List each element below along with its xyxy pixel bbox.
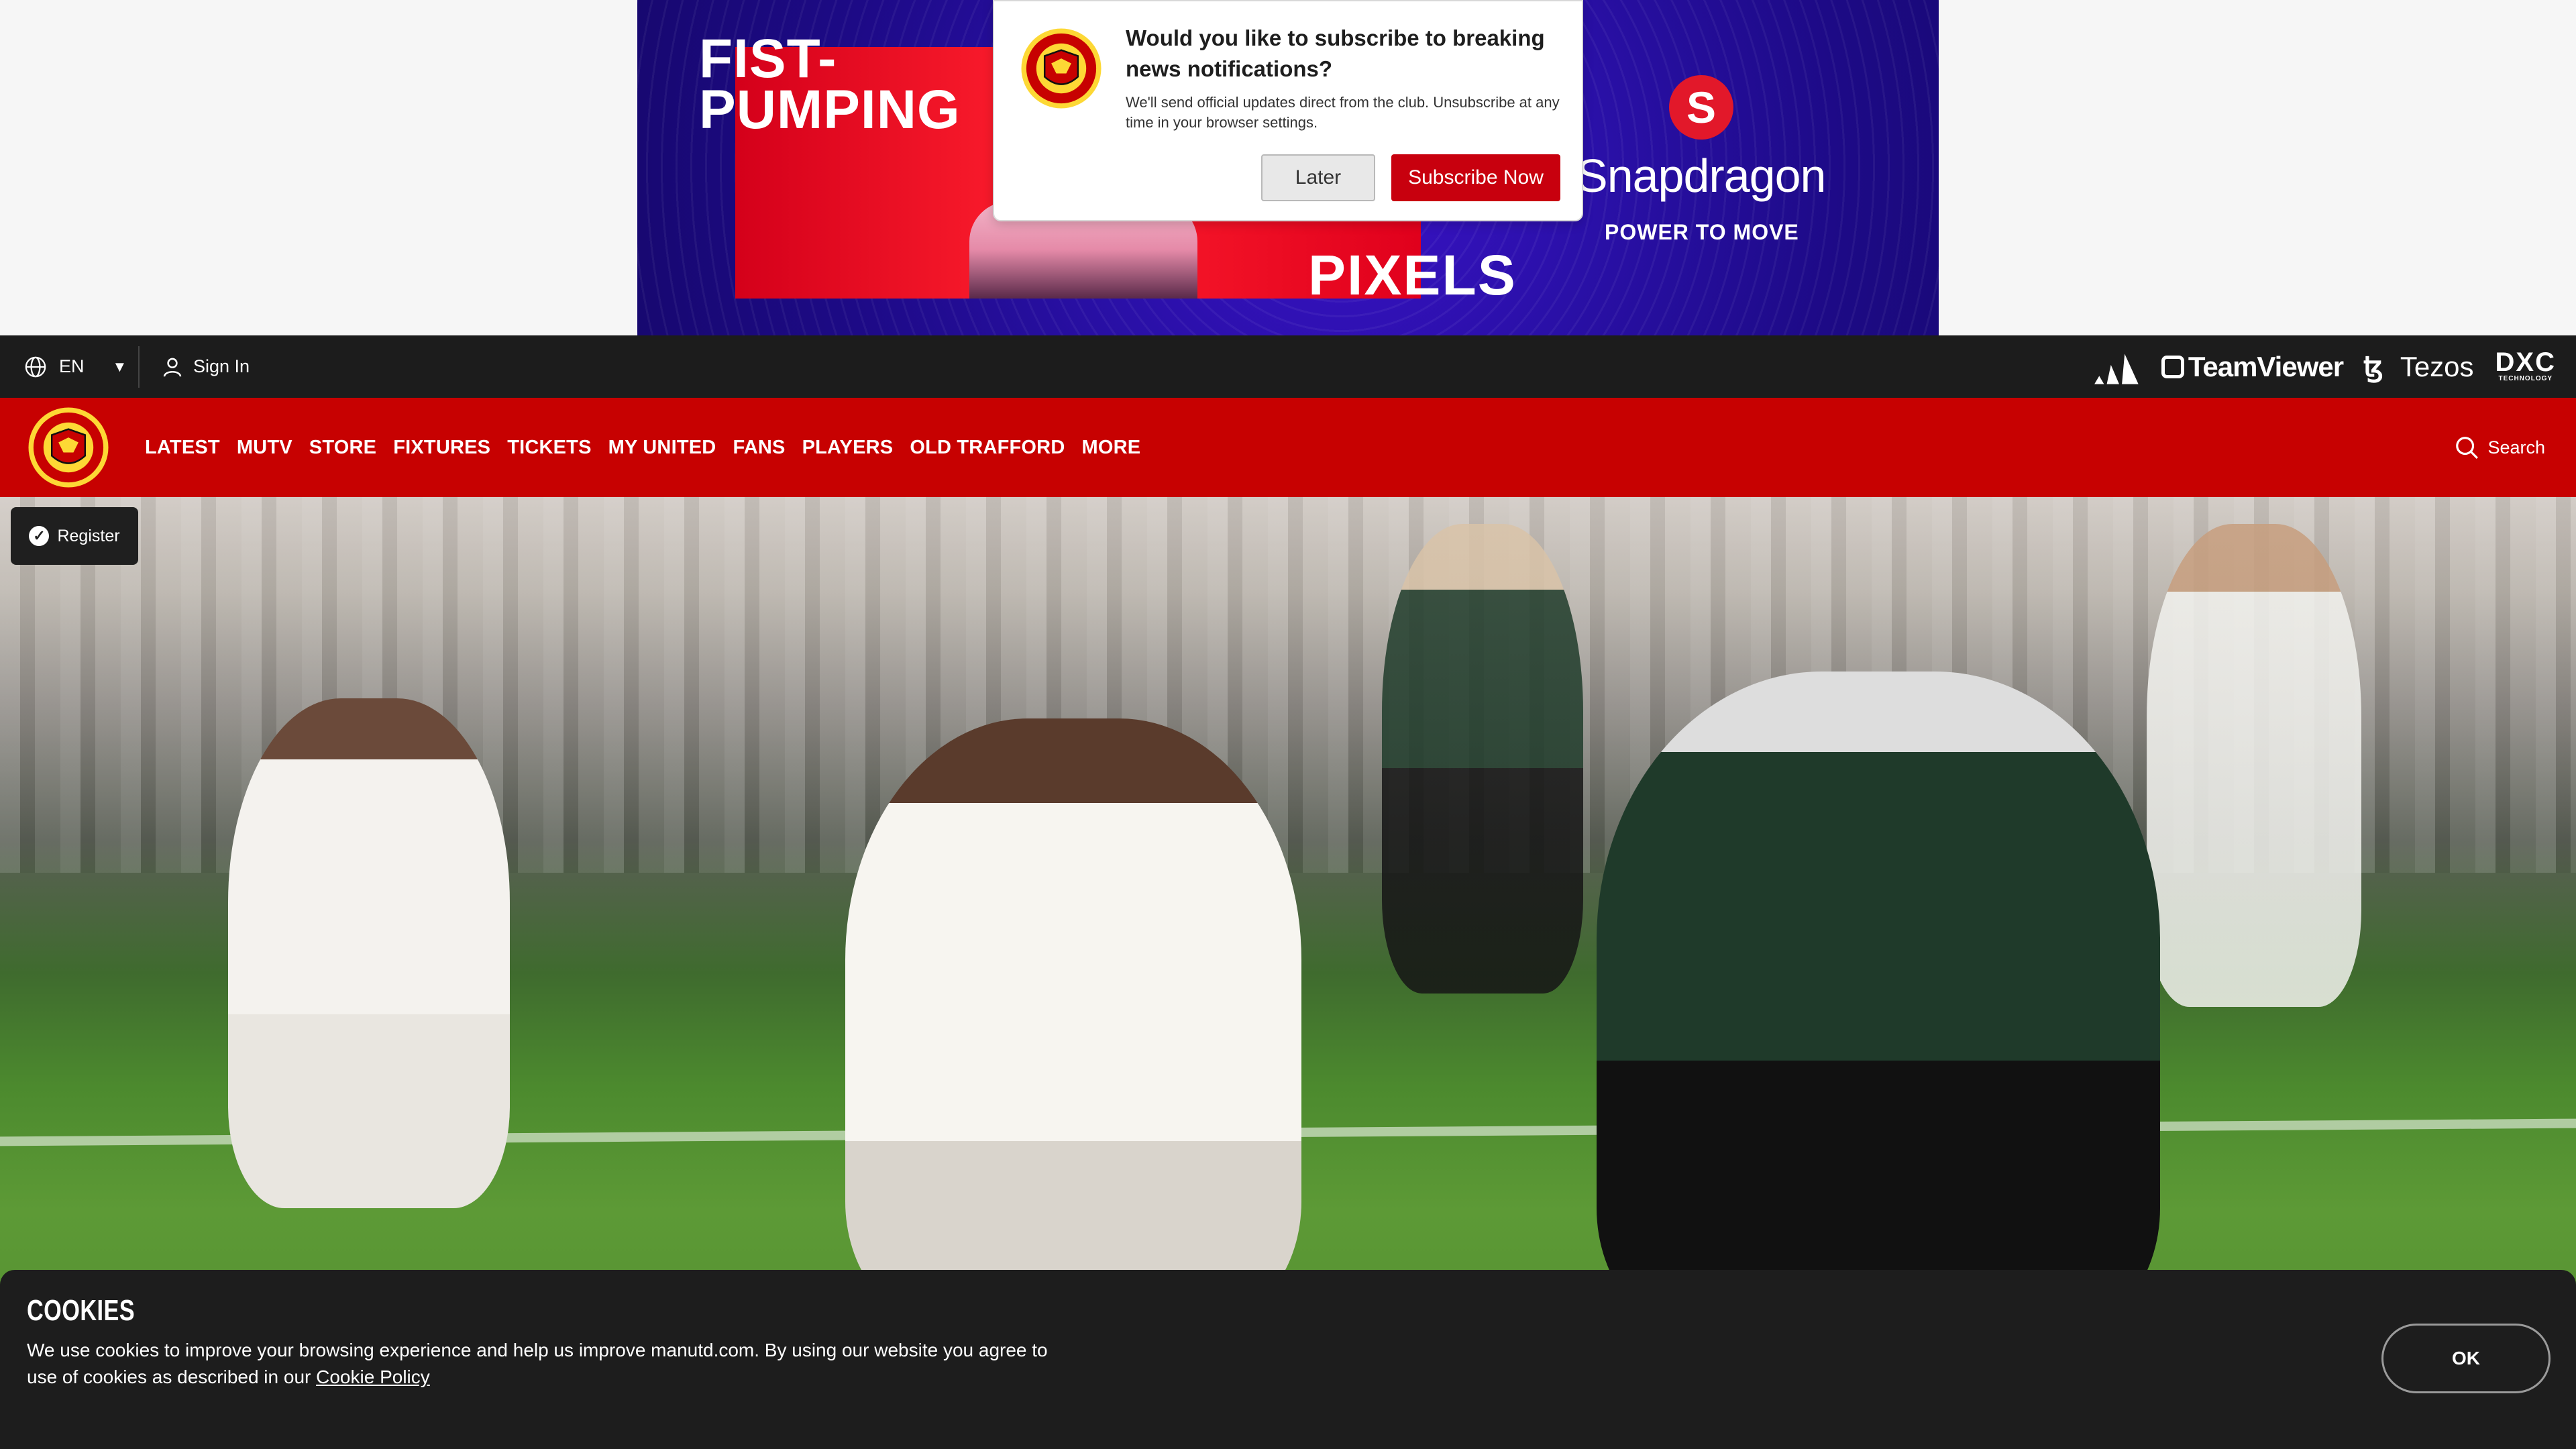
dxc-label: DXC xyxy=(2495,347,2556,377)
cookie-text: We use cookies to improve your browsing … xyxy=(27,1337,1073,1391)
club-crest-icon xyxy=(1021,28,1102,109)
user-icon xyxy=(163,358,182,377)
chevron-down-icon: ▼ xyxy=(112,358,127,375)
nav-item-fans[interactable]: FANS xyxy=(733,437,785,459)
check-badge-icon: ✓ xyxy=(29,526,50,546)
nav-item-my-united[interactable]: MY UNITED xyxy=(608,437,716,459)
nav-item-store[interactable]: STORE xyxy=(309,437,376,459)
sign-in-link[interactable]: Sign In xyxy=(161,335,250,398)
register-label: Register xyxy=(57,526,120,545)
notification-title: Would you like to subscribe to breaking … xyxy=(1126,25,1545,81)
nav-items: LATEST MUTV STORE FIXTURES TICKETS MY UN… xyxy=(145,398,1157,497)
sponsor-logos: TeamViewer ꜩ Tezos DXC TECHNOLOGY xyxy=(2092,335,2556,398)
ad-headline: FIST- PUMPING xyxy=(699,28,961,140)
player-figure xyxy=(1597,672,2160,1342)
tezos-logo[interactable]: ꜩ Tezos xyxy=(2363,350,2473,383)
ad-headline-line2: PUMPING xyxy=(699,79,961,140)
nav-item-players[interactable]: PLAYERS xyxy=(802,437,894,459)
nav-item-mutv[interactable]: MUTV xyxy=(237,437,292,459)
nav-item-more[interactable]: MORE xyxy=(1081,437,1140,459)
player-figure xyxy=(2147,524,2361,1007)
ad-pixels-text: PIXELS xyxy=(1308,244,1517,307)
cookie-ok-button[interactable]: OK xyxy=(2381,1324,2551,1393)
teamviewer-label: TeamViewer xyxy=(2188,350,2344,382)
search-label: Search xyxy=(2487,437,2545,458)
ad-strip: FIST- PUMPING PIXELS Snapdragon POWER TO… xyxy=(0,0,2576,335)
search-button[interactable]: Search xyxy=(2454,398,2545,497)
tezos-icon: ꜩ xyxy=(2363,351,2383,382)
nav-item-fixtures[interactable]: FIXTURES xyxy=(393,437,490,459)
teamviewer-icon xyxy=(2161,355,2184,378)
sign-in-label: Sign In xyxy=(193,356,250,376)
notification-prompt: Would you like to subscribe to breaking … xyxy=(993,0,1583,221)
cookie-policy-link[interactable]: Cookie Policy xyxy=(316,1366,430,1387)
club-crest-icon[interactable] xyxy=(27,406,110,489)
cookie-banner: COOKIES We use cookies to improve your b… xyxy=(0,1270,2576,1449)
dxc-sublabel: TECHNOLOGY xyxy=(2498,374,2553,382)
ad-tagline: POWER TO MOVE xyxy=(1605,220,1799,244)
globe-icon xyxy=(25,356,46,377)
language-code: EN xyxy=(59,356,85,376)
player-figure xyxy=(845,718,1301,1322)
subscribe-now-button[interactable]: Subscribe Now xyxy=(1391,154,1560,201)
snapdragon-logo-icon xyxy=(1669,75,1733,140)
teamviewer-logo[interactable]: TeamViewer xyxy=(2161,350,2344,383)
language-selector[interactable]: EN ▼ xyxy=(24,335,127,398)
nav-item-old-trafford[interactable]: OLD TRAFFORD xyxy=(910,437,1065,459)
register-button[interactable]: ✓ Register xyxy=(11,507,138,565)
cookie-title: COOKIES xyxy=(27,1294,136,1327)
main-navigation: LATEST MUTV STORE FIXTURES TICKETS MY UN… xyxy=(0,398,2576,497)
later-button[interactable]: Later xyxy=(1261,154,1375,201)
nav-item-tickets[interactable]: TICKETS xyxy=(507,437,591,459)
tezos-label: Tezos xyxy=(2400,351,2474,382)
notification-body: We'll send official updates direct from … xyxy=(1126,94,1560,131)
ad-brand: Snapdragon xyxy=(1576,150,1826,202)
ad-headline-line1: FIST- xyxy=(699,28,837,89)
adidas-logo-icon[interactable] xyxy=(2092,350,2147,384)
divider xyxy=(138,346,140,388)
player-figure xyxy=(1382,524,1583,994)
dxc-logo[interactable]: DXC TECHNOLOGY xyxy=(2495,347,2556,384)
utility-bar: EN ▼ Sign In TeamViewer ꜩ Tezos DXC TECH… xyxy=(0,335,2576,398)
cookie-message: We use cookies to improve your browsing … xyxy=(27,1340,1048,1387)
nav-item-latest[interactable]: LATEST xyxy=(145,437,220,459)
player-figure xyxy=(228,698,510,1208)
search-icon xyxy=(2456,437,2479,459)
